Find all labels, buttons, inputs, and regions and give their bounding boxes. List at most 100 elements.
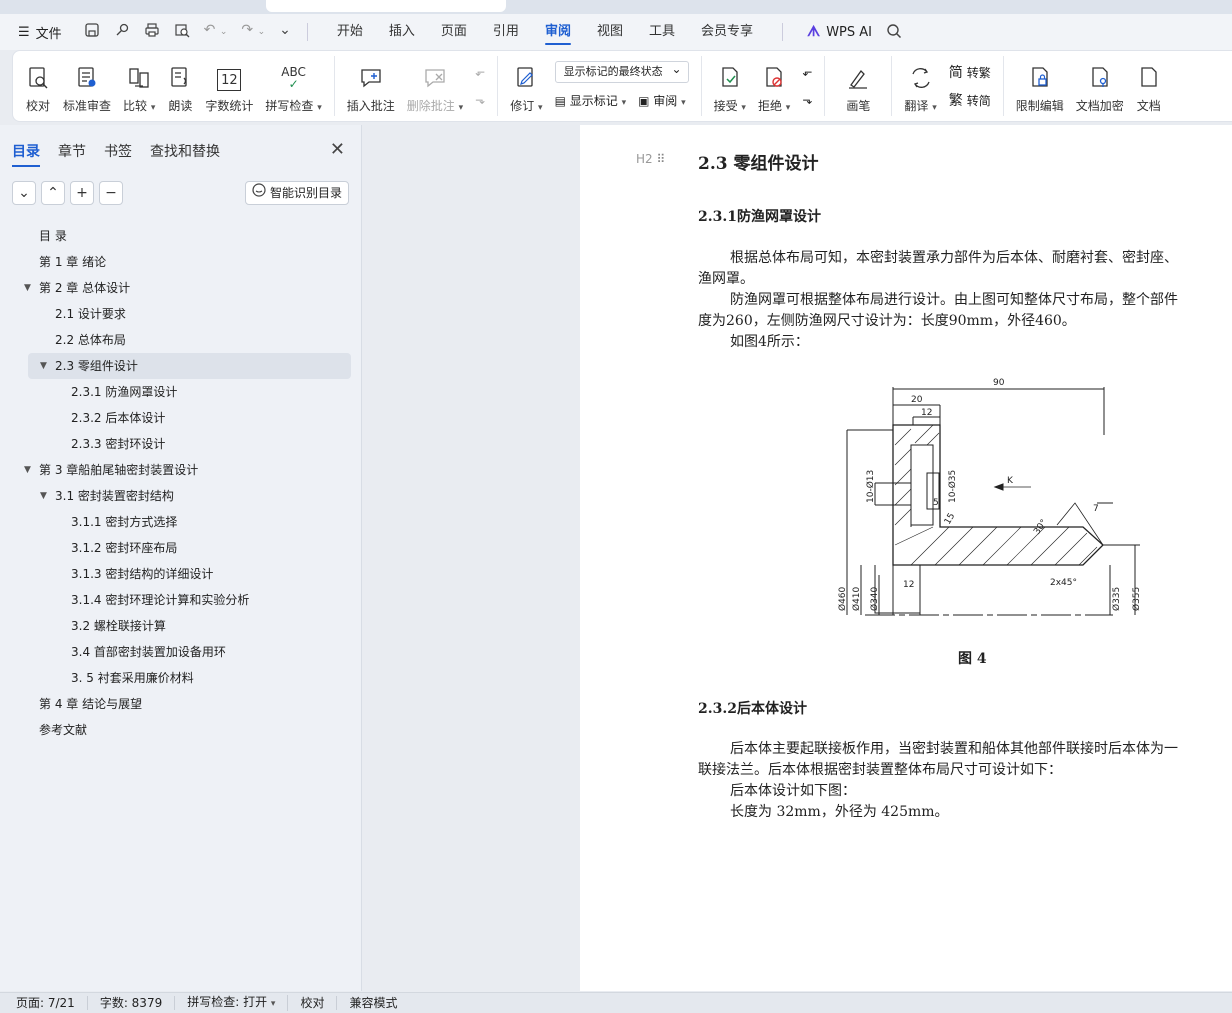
show-markup-button[interactable]: ▤ 显示标记 ▾ [555,92,627,109]
remove-heading-button[interactable]: − [99,181,123,205]
tab-member[interactable]: 会员专享 [688,14,766,50]
window-tab[interactable] [14,0,124,12]
toc-item[interactable]: 3.1.1 密封方式选择 [0,509,362,535]
toc-item[interactable]: 3.2 螺栓联接计算 [0,613,362,639]
menu-bar: ☰ 文件 ↶ ⌄ ↷ ⌄ ⌄ 开始 插入 页面 引用 审阅 视图 工具 会员专享… [0,14,1232,50]
link-icon[interactable] [114,22,130,42]
heading-level-marker[interactable]: H2 ⠿ [636,152,665,166]
window-tab[interactable] [134,0,254,12]
dim-label: 7 [1093,504,1099,514]
toc-item[interactable]: 参考文献 [0,717,362,743]
doc-encrypt-button[interactable]: 文档加密 [1070,58,1130,114]
toc-item[interactable]: 第 4 章 结论与展望 [0,691,362,717]
toc-item[interactable]: 3.1.4 密封环理论计算和实验分析 [0,587,362,613]
toc-item[interactable]: 3.1.3 密封结构的详细设计 [0,561,362,587]
proof-status[interactable]: 校对 [288,996,338,1010]
chevron-down-icon: ▾ [150,103,156,113]
review-pane-icon: ▣ [638,93,650,108]
review-pane-button[interactable]: ▣ 审阅 ▾ [638,92,686,109]
tab-home[interactable]: 开始 [324,14,376,50]
tab-insert[interactable]: 插入 [376,14,428,50]
tab-references[interactable]: 引用 [480,14,532,50]
proof-button[interactable]: 校对 [19,58,57,114]
chevron-down-icon[interactable]: ⌄ [279,22,291,42]
toc-item[interactable]: 2.3.1 防渔网罩设计 [0,379,362,405]
tab-find-replace[interactable]: 查找和替换 [150,141,220,161]
undo-icon[interactable]: ↶ ⌄ [204,22,228,42]
to-simplified-button[interactable]: 繁转简 [949,89,991,111]
toc-item-label: 3.2 螺栓联接计算 [71,619,166,633]
tab-chapters[interactable]: 章节 [58,141,86,161]
tab-tools[interactable]: 工具 [636,14,688,50]
toc-item[interactable]: ▼ 第 3 章船舶尾轴密封装置设计 [0,457,362,483]
next-comment-icon[interactable]: ⬎ [475,89,485,111]
compare-button[interactable]: 比较 ▾ [117,58,161,114]
toc-item[interactable]: 2.3.3 密封环设计 [0,431,362,457]
expand-arrow-icon[interactable]: ▼ [24,275,31,301]
tab-review[interactable]: 审阅 [532,14,584,50]
toc-item[interactable]: ▼ 2.3 零组件设计 [28,353,351,379]
markup-state-select[interactable]: 显示标记的最终状态 [554,59,689,83]
drag-handle-icon[interactable]: ⠿ [657,152,666,166]
spell-check-icon: ABC ✓ [281,65,306,91]
tab-toc[interactable]: 目录 [12,141,40,167]
next-change-icon[interactable]: ⬎ [802,89,812,111]
toc-item[interactable]: 2.3.2 后本体设计 [0,405,362,431]
reject-button[interactable]: 拒绝 ▾ [752,58,796,114]
doc-more-button[interactable]: 文档 [1130,58,1168,114]
page-indicator[interactable]: 页面: 7/21 [0,996,88,1010]
word-count-button[interactable]: 12 字数统计 [199,58,259,114]
file-menu-button[interactable]: ☰ 文件 [18,23,62,42]
close-icon[interactable]: ✕ [330,139,345,160]
print-preview-icon[interactable] [174,22,190,42]
toc-item-label: 2.3.1 防渔网罩设计 [71,385,178,399]
toc-item[interactable]: 2.2 总体布局 [0,327,362,353]
word-count-indicator[interactable]: 字数: 8379 [88,996,176,1010]
redo-icon[interactable]: ↷ ⌄ [241,22,265,42]
tab-view[interactable]: 视图 [584,14,636,50]
expand-down-button[interactable]: ⌄ [12,181,36,205]
read-aloud-button[interactable]: 朗读 [161,58,199,114]
toc-item[interactable]: 3.4 首部密封装置加设备用环 [0,639,362,665]
collapse-up-button[interactable]: ⌃ [41,181,65,205]
tab-bookmarks[interactable]: 书签 [104,141,132,161]
wps-ai-button[interactable]: ᗑ WPS AI [807,24,872,40]
toc-item[interactable]: 3. 5 衬套采用廉价材料 [0,665,362,691]
print-icon[interactable] [144,22,160,42]
save-icon[interactable] [84,22,100,42]
delete-comment-button[interactable]: 删除批注 ▾ [401,58,469,114]
expand-arrow-icon[interactable]: ▼ [40,353,47,379]
expand-arrow-icon[interactable]: ▼ [40,483,47,509]
toc-item[interactable]: ▼ 第 2 章 总体设计 [0,275,362,301]
smart-toc-button[interactable]: 智能识别目录 [244,181,349,205]
status-bar: 页面: 7/21 字数: 8379 拼写检查: 打开 ▾ 校对 兼容模式 [0,992,1232,1013]
comment-delete-icon [422,65,448,91]
document-page[interactable]: H2 ⠿ 2.3 零组件设计 2.3.1防渔网罩设计 根据总体布局可知，本密封装… [580,125,1232,991]
to-traditional-button[interactable]: 简转繁 [949,61,991,83]
toc-item[interactable]: ▼ 3.1 密封装置密封结构 [0,483,362,509]
insert-comment-button[interactable]: 插入批注 [341,58,401,114]
restrict-edit-button[interactable]: 限制编辑 [1010,58,1070,114]
toc-item[interactable]: 第 1 章 绪论 [0,249,362,275]
pen-button[interactable]: 画笔 [831,58,885,114]
tab-page[interactable]: 页面 [428,14,480,50]
toc-item[interactable]: 目 录 [0,223,362,249]
standard-review-button[interactable]: 标准审查 [57,58,117,114]
toc-item[interactable]: 2.1 设计要求 [0,301,362,327]
accept-button[interactable]: 接受 ▾ [708,58,752,114]
previous-comment-icon[interactable]: ⬐ [475,61,485,83]
toc-item[interactable]: 3.1.2 密封环座布局 [0,535,362,561]
translate-button[interactable]: 翻译 ▾ [898,58,942,114]
nav-tabs: 目录 章节 书签 查找和替换 [12,141,220,167]
spell-check-status[interactable]: 拼写检查: 打开 ▾ [175,995,289,1011]
previous-change-icon[interactable]: ⬐ [802,61,812,83]
add-heading-button[interactable]: + [70,181,94,205]
chevron-down-icon: ▾ [458,103,464,113]
window-tab-active[interactable] [266,0,506,12]
chevron-down-icon: ▾ [932,103,937,113]
search-icon[interactable] [886,23,902,42]
spell-check-button[interactable]: ABC ✓ 拼写检查 ▾ [259,58,327,114]
translate-icon [908,65,934,91]
track-changes-button[interactable]: 修订 ▾ [504,58,548,114]
expand-arrow-icon[interactable]: ▼ [24,457,31,483]
